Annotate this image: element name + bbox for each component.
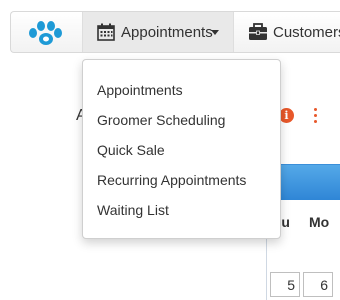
calendar-day-cell[interactable]: 5 [270,272,300,297]
menu-item-recurring-appointments[interactable]: Recurring Appointments [97,172,246,188]
menu-item-waiting-list[interactable]: Waiting List [97,202,169,218]
menu-item-appointments[interactable]: Appointments [97,82,183,98]
appointments-dropdown-menu: Appointments Groomer Scheduling Quick Sa… [82,59,281,239]
info-icon[interactable]: i [279,108,294,123]
menu-item-groomer-scheduling[interactable]: Groomer Scheduling [97,112,225,128]
calendar-day-cell[interactable]: 6 [303,272,333,297]
nav-customers[interactable]: Customers [235,12,340,52]
menu-item-quick-sale[interactable]: Quick Sale [97,142,165,158]
top-navbar: Appointments Customers [10,11,340,53]
nav-appointments-label: Appointments [121,24,213,41]
calendar-dow-monday: Mo [309,214,330,230]
paw-logo-icon[interactable] [27,20,63,46]
calendar-icon [97,23,115,46]
kebab-menu-icon[interactable] [314,108,318,124]
nav-appointments-dropdown[interactable]: Appointments [82,12,234,52]
briefcase-icon [248,23,268,46]
chevron-down-icon [211,30,219,35]
nav-customers-label: Customers [273,24,340,41]
